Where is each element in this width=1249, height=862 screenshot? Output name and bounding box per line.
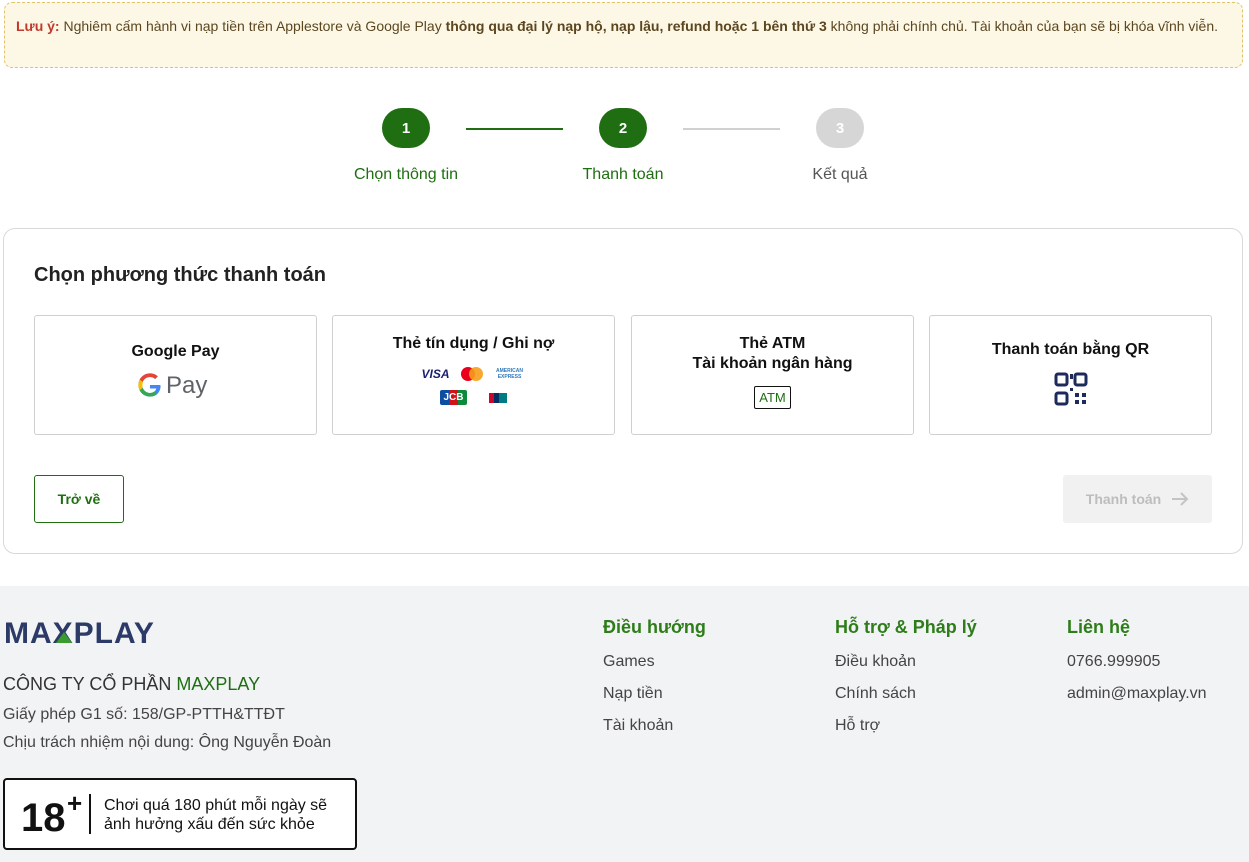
footer-link-games[interactable]: Games bbox=[603, 653, 655, 671]
arrow-right-icon bbox=[1172, 492, 1189, 506]
step-2-label: Thanh toán bbox=[582, 166, 664, 183]
step-1-number: 1 bbox=[401, 119, 411, 137]
company-prefix: CÔNG TY CỔ PHẦN bbox=[3, 674, 177, 694]
amex-icon: AMERICAN EXPRESS bbox=[496, 368, 523, 380]
license-text: Giấy phép G1 số: 158/GP-PTTH&TTĐT bbox=[3, 706, 285, 723]
age-warning-line-1: Chơi quá 180 phút mỗi ngày sẽ bbox=[104, 797, 328, 814]
method-atm-label-2: Tài khoản ngân hàng bbox=[692, 355, 853, 372]
step-2-number: 2 bbox=[618, 119, 628, 137]
footer-email[interactable]: admin@maxplay.vn bbox=[1067, 685, 1207, 703]
notice-label: Lưu ý: bbox=[16, 18, 60, 34]
age-plus: + bbox=[67, 788, 83, 818]
footer-contact-title: Liên hệ bbox=[1067, 617, 1131, 637]
unionpay-icon bbox=[488, 392, 507, 403]
step-3-label: Kết quả bbox=[812, 166, 868, 183]
company-name: CÔNG TY CỔ PHẦN MAXPLAY bbox=[3, 674, 260, 695]
footer-link-support[interactable]: Hỗ trợ bbox=[835, 717, 880, 735]
notice-text-bold: thông qua đại lý nạp hộ, nạp lậu, refund… bbox=[445, 18, 827, 34]
method-atm-label-1: Thẻ ATM bbox=[739, 335, 806, 352]
step-2-circle: 2 bbox=[599, 108, 647, 148]
mastercard-icon bbox=[460, 367, 483, 381]
method-qr-label: Thanh toán bằng QR bbox=[991, 341, 1150, 358]
pay-button-label: Thanh toán bbox=[1085, 491, 1162, 507]
step-3-circle: 3 bbox=[816, 108, 864, 148]
method-google-pay[interactable]: Google Pay Pay bbox=[34, 315, 317, 435]
atm-badge-icon: ATM bbox=[754, 386, 791, 409]
pay-button[interactable]: Thanh toán bbox=[1063, 475, 1212, 523]
payment-card: Chọn phương thức thanh toán Google Pay P… bbox=[3, 228, 1243, 554]
age-number: 18 bbox=[21, 796, 66, 840]
footer: MAXPLAY CÔNG TY CỔ PHẦN MAXPLAY Giấy phé… bbox=[0, 586, 1249, 862]
method-qr[interactable]: Thanh toán bằng QR bbox=[929, 315, 1212, 435]
warning-notice: Lưu ý: Nghiêm cấm hành vi nạp tiền trên … bbox=[4, 2, 1243, 68]
footer-link-account[interactable]: Tài khoản bbox=[603, 717, 673, 735]
step-connector-2 bbox=[683, 128, 780, 130]
qr-code-icon bbox=[1054, 372, 1087, 406]
age-warning-box: 18 + Chơi quá 180 phút mỗi ngày sẽ ảnh h… bbox=[3, 778, 357, 850]
back-button[interactable]: Trở về bbox=[34, 475, 124, 523]
footer-link-policy[interactable]: Chính sách bbox=[835, 685, 916, 703]
visa-icon: VISA bbox=[421, 367, 450, 381]
age-warning-text: Chơi quá 180 phút mỗi ngày sẽ ảnh hưởng … bbox=[104, 796, 327, 834]
company-brand: MAXPLAY bbox=[176, 674, 261, 694]
method-atm[interactable]: Thẻ ATM Tài khoản ngân hàng ATM bbox=[631, 315, 914, 435]
notice-text-end: không phải chính chủ. Tài khoản của bạn … bbox=[826, 18, 1218, 34]
method-google-pay-label: Google Pay bbox=[131, 343, 220, 360]
footer-link-topup[interactable]: Nạp tiền bbox=[603, 685, 663, 703]
payment-title: Chọn phương thức thanh toán bbox=[34, 264, 327, 286]
step-1-circle: 1 bbox=[382, 108, 430, 148]
responsible-text: Chịu trách nhiệm nội dung: Ông Nguyễn Đo… bbox=[3, 734, 332, 751]
age-divider bbox=[89, 794, 91, 834]
footer-nav-title: Điều hướng bbox=[603, 617, 706, 637]
maxplay-logo[interactable]: MAXPLAY bbox=[4, 616, 204, 648]
footer-support-title: Hỗ trợ & Pháp lý bbox=[835, 617, 977, 637]
svg-text:Pay: Pay bbox=[166, 372, 207, 399]
step-connector-1 bbox=[466, 128, 563, 130]
google-pay-logo-icon: Pay bbox=[137, 372, 207, 399]
notice-text-start: Nghiêm cấm hành vi nạp tiền trên Applest… bbox=[59, 18, 446, 34]
method-credit-card[interactable]: Thẻ tín dụng / Ghi nợ VISA AMERICAN EXPR… bbox=[332, 315, 615, 435]
step-1-label: Chọn thông tin bbox=[353, 166, 459, 183]
footer-phone[interactable]: 0766.999905 bbox=[1067, 653, 1160, 671]
step-3-number: 3 bbox=[835, 119, 845, 137]
age-warning-line-2: ảnh hưởng xấu đến sức khỏe bbox=[104, 816, 315, 833]
footer-link-terms[interactable]: Điều khoản bbox=[835, 653, 916, 671]
method-credit-card-label: Thẻ tín dụng / Ghi nợ bbox=[392, 335, 555, 352]
jcb-icon: JCB bbox=[440, 390, 467, 405]
logo-text: MAXPLAY bbox=[4, 617, 155, 648]
